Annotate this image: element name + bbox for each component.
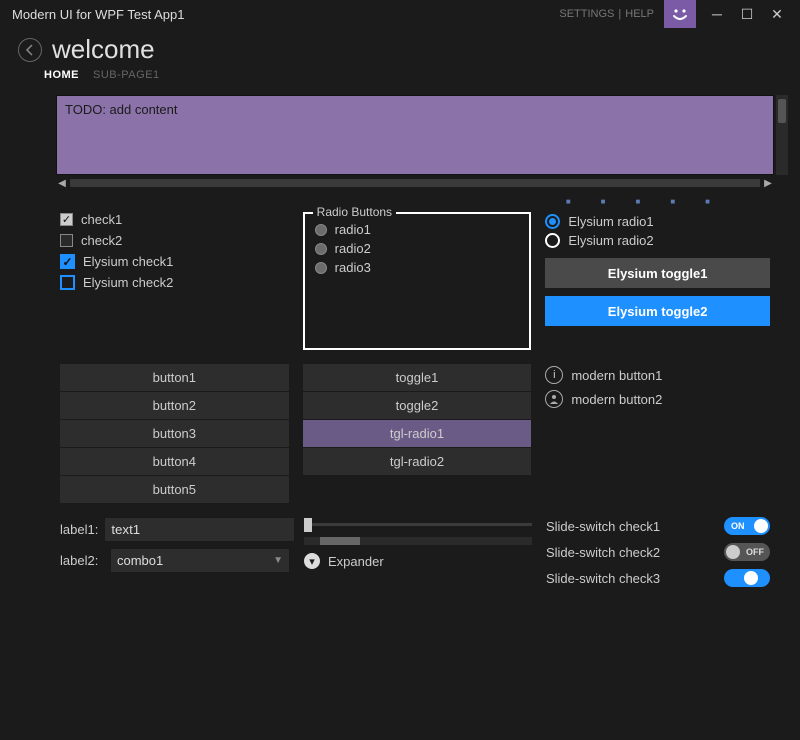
chevron-down-icon: ▼: [273, 555, 283, 566]
back-button[interactable]: [18, 38, 42, 62]
radio-radio3[interactable]: radio3: [315, 258, 520, 277]
scroll-right-icon[interactable]: ▶: [762, 177, 774, 189]
toggle-list: toggle1 toggle2 tgl-radio1 tgl-radio2: [303, 364, 532, 503]
tab-strip: HOME SUB-PAGE1: [0, 69, 800, 89]
text1-input[interactable]: [104, 517, 295, 542]
elysium-toggle2[interactable]: Elysium toggle2: [545, 296, 770, 326]
button-list: button1 button2 button3 button4 button5: [60, 364, 289, 503]
checkbox-elysium1[interactable]: Elysium check1: [60, 254, 289, 269]
checkbox-label: check2: [81, 233, 122, 248]
button1[interactable]: button1: [60, 364, 289, 391]
modern-button1[interactable]: i modern button1: [545, 366, 770, 384]
slider-column: ▾ Expander: [304, 517, 532, 569]
tab-home[interactable]: HOME: [44, 69, 79, 81]
combo-value: combo1: [117, 553, 163, 568]
progress-fill: [320, 537, 360, 545]
elysium-radio2[interactable]: Elysium radio2: [545, 231, 770, 250]
header-links: SETTINGS | HELP: [559, 8, 654, 20]
label1: label1:: [60, 522, 98, 537]
elysium-toggle1[interactable]: Elysium toggle1: [545, 258, 770, 288]
button2[interactable]: button2: [60, 392, 289, 419]
toggle1[interactable]: toggle1: [303, 364, 532, 391]
scroll-thumb[interactable]: [778, 99, 786, 123]
checkbox-elysium2[interactable]: Elysium check2: [60, 275, 289, 290]
help-link[interactable]: HELP: [625, 8, 654, 20]
modern-button-list: i modern button1 modern button2: [545, 364, 770, 503]
checkbox-label: Elysium check2: [83, 275, 173, 290]
slider[interactable]: [304, 517, 532, 531]
minimize-button[interactable]: ─: [702, 4, 732, 24]
todo-content[interactable]: TODO: add content: [56, 95, 774, 175]
scroll-left-icon[interactable]: ◀: [56, 177, 68, 189]
switch1-label: Slide-switch check1: [546, 519, 660, 534]
horizontal-scrollbar[interactable]: ◀ ▶: [56, 177, 774, 189]
toggle2[interactable]: toggle2: [303, 392, 532, 419]
separator: |: [618, 8, 621, 20]
switch3-label: Slide-switch check3: [546, 571, 660, 586]
button4[interactable]: button4: [60, 448, 289, 475]
radio-label: radio3: [335, 260, 371, 275]
radio-label: radio2: [335, 241, 371, 256]
radio-label: radio1: [335, 222, 371, 237]
window-controls: ─ ☐ ✕: [702, 4, 792, 24]
content-panel: TODO: add content ◀ ▶: [56, 95, 774, 189]
titlebar: Modern UI for WPF Test App1 SETTINGS | H…: [0, 0, 800, 28]
checkbox-check2[interactable]: check2: [60, 233, 289, 248]
modern-button2[interactable]: modern button2: [545, 390, 770, 408]
info-icon: i: [545, 366, 563, 384]
elysium-radio1[interactable]: Elysium radio1: [545, 212, 770, 231]
slide-switch1[interactable]: ON: [724, 517, 770, 535]
tgl-radio2[interactable]: tgl-radio2: [303, 448, 532, 475]
slide-switch3[interactable]: [724, 569, 770, 587]
expander-label: Expander: [328, 554, 384, 569]
person-icon: [545, 390, 563, 408]
tgl-radio1[interactable]: tgl-radio1: [303, 420, 532, 447]
tab-subpage1[interactable]: SUB-PAGE1: [93, 69, 160, 81]
modern-button-label: modern button2: [571, 392, 662, 407]
expander[interactable]: ▾ Expander: [304, 553, 532, 569]
chevron-down-icon: ▾: [304, 553, 320, 569]
scroll-track[interactable]: [70, 179, 760, 187]
page-header: welcome: [0, 28, 800, 69]
page-title: welcome: [52, 34, 155, 65]
elysium-column: Elysium radio1 Elysium radio2 Elysium to…: [545, 212, 770, 350]
settings-link[interactable]: SETTINGS: [559, 8, 614, 20]
radio-label: Elysium radio1: [568, 214, 653, 229]
radio-label: Elysium radio2: [568, 233, 653, 248]
maximize-button[interactable]: ☐: [732, 4, 762, 24]
combo1-select[interactable]: combo1 ▼: [110, 548, 290, 573]
slide-switch2[interactable]: OFF: [724, 543, 770, 561]
radio-column: Radio Buttons radio1 radio2 radio3: [303, 212, 532, 350]
checkbox-check1[interactable]: ✓check1: [60, 212, 289, 227]
checkbox-label: check1: [81, 212, 122, 227]
form-column: label1: label2: combo1 ▼: [60, 517, 290, 573]
radio-legend: Radio Buttons: [313, 205, 396, 219]
radio-radio1[interactable]: radio1: [315, 220, 520, 239]
radio-buttons-group: Radio Buttons radio1 radio2 radio3: [303, 212, 532, 350]
close-button[interactable]: ✕: [762, 4, 792, 24]
window-title: Modern UI for WPF Test App1: [12, 7, 559, 22]
modern-button-label: modern button1: [571, 368, 662, 383]
page-indicator-dots: ■■■■■: [0, 189, 800, 212]
radio-radio2[interactable]: radio2: [315, 239, 520, 258]
switch2-label: Slide-switch check2: [546, 545, 660, 560]
switch-column: Slide-switch check1 ON Slide-switch chec…: [546, 517, 770, 587]
button5[interactable]: button5: [60, 476, 289, 503]
button3[interactable]: button3: [60, 420, 289, 447]
progress-bar: [304, 537, 532, 545]
vertical-scrollbar[interactable]: [776, 95, 788, 175]
checkbox-column: ✓check1 check2 Elysium check1 Elysium ch…: [60, 212, 289, 350]
feedback-smiley-icon[interactable]: [664, 0, 696, 28]
slider-thumb[interactable]: [304, 518, 312, 532]
label2: label2:: [60, 553, 104, 568]
checkbox-label: Elysium check1: [83, 254, 173, 269]
